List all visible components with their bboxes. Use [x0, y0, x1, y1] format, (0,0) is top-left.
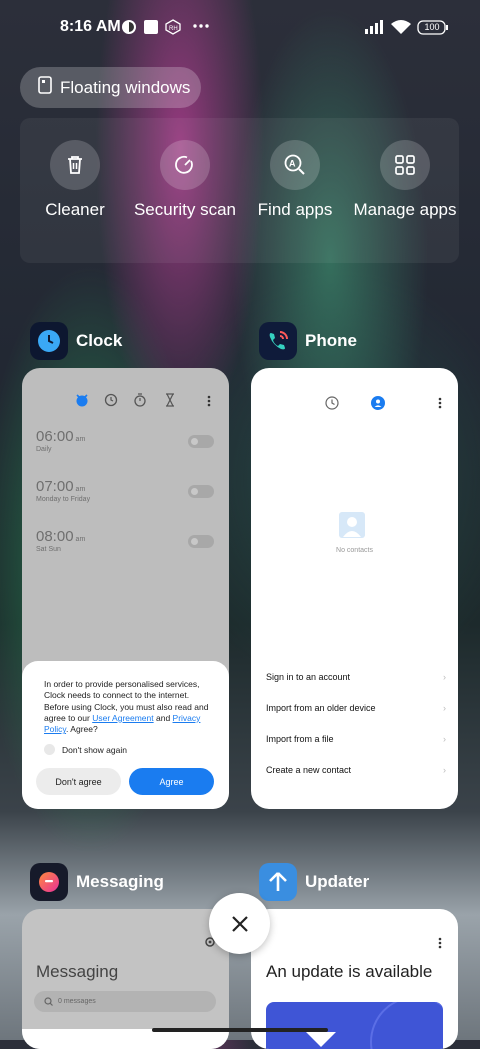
- option-label: Import from an older device: [266, 703, 376, 713]
- svg-text:A: A: [289, 159, 296, 169]
- agree-button[interactable]: Agree: [129, 768, 214, 795]
- privacy-dialog: In order to provide personalised service…: [22, 661, 229, 809]
- import-file-option[interactable]: Import from a file ›: [266, 734, 446, 744]
- import-older-device-option[interactable]: Import from an older device ›: [266, 703, 446, 713]
- notification-icon: [121, 19, 137, 40]
- empty-contacts-icon: [339, 512, 365, 538]
- cleaner-label: Cleaner: [45, 200, 105, 219]
- no-contacts-text: No contacts: [336, 547, 373, 554]
- quick-tools-panel: Cleaner Security scan A Find apps Manage…: [20, 118, 459, 263]
- messages-search-input[interactable]: 0 messages: [34, 991, 216, 1012]
- status-time: 8:16 AM: [60, 18, 121, 35]
- alarm-ampm: am: [75, 436, 86, 443]
- clock-tab-icon[interactable]: [103, 392, 119, 408]
- chevron-right-icon: ›: [443, 734, 446, 744]
- create-contact-option[interactable]: Create a new contact ›: [266, 765, 446, 775]
- alarm-item[interactable]: 08:00 am Sat Sun: [36, 528, 85, 553]
- option-label: Import from a file: [266, 734, 334, 744]
- alarm-item[interactable]: 07:00 am Monday to Friday: [36, 478, 90, 503]
- contacts-tab-icon[interactable]: [370, 395, 386, 411]
- signal-icon: [364, 19, 386, 40]
- clock-app-header[interactable]: Clock: [30, 322, 122, 360]
- more-options-icon[interactable]: [205, 394, 213, 408]
- chevron-right-icon: ›: [443, 703, 446, 713]
- floating-windows-label: Floating windows: [60, 77, 191, 97]
- battery-level: 100: [424, 22, 440, 32]
- dont-show-again-label: Don't show again: [62, 744, 127, 755]
- alarm-time: 07:00: [36, 478, 74, 495]
- manage-apps-button[interactable]: Manage apps: [350, 140, 460, 220]
- more-notifications-icon: [192, 17, 210, 40]
- svg-text:RH: RH: [169, 26, 178, 32]
- rh-badge-icon: RH: [165, 19, 181, 40]
- more-options-icon[interactable]: [436, 396, 444, 410]
- cleaner-button[interactable]: Cleaner: [20, 140, 130, 220]
- updater-app-name: Updater: [305, 872, 370, 891]
- messages-search-placeholder: 0 messages: [58, 998, 96, 1005]
- messaging-list-area: [22, 1029, 229, 1049]
- alarm-toggle[interactable]: [188, 435, 214, 448]
- chevron-right-icon: ›: [443, 765, 446, 775]
- user-agreement-link[interactable]: User Agreement: [92, 713, 153, 723]
- floating-window-icon: [38, 76, 52, 99]
- trash-icon: [50, 140, 100, 190]
- dont-agree-button[interactable]: Don't agree: [36, 768, 121, 795]
- alarm-tab-icon[interactable]: [74, 392, 90, 408]
- shield-scan-icon: [160, 140, 210, 190]
- recents-tab-icon[interactable]: [324, 395, 340, 411]
- alarm-days: Sat Sun: [36, 546, 61, 553]
- search-app-icon: A: [270, 140, 320, 190]
- floating-windows-button[interactable]: Floating windows: [20, 67, 201, 108]
- status-bar: 8:16 AM RH 100: [0, 0, 480, 56]
- find-apps-label: Find apps: [257, 200, 333, 219]
- clock-app-name: Clock: [76, 331, 123, 350]
- dont-show-again-checkbox[interactable]: Don't show again: [44, 744, 211, 756]
- alarm-days: Daily: [36, 446, 52, 453]
- checkbox-circle: [44, 744, 55, 756]
- privacy-dialog-text: In order to provide personalised service…: [44, 679, 209, 735]
- option-label: Create a new contact: [266, 765, 352, 775]
- security-scan-label: Security scan: [133, 200, 237, 219]
- alarm-days: Monday to Friday: [36, 496, 91, 503]
- search-icon: [44, 997, 53, 1006]
- sign-in-account-option[interactable]: Sign in to an account ›: [266, 672, 446, 682]
- messaging-app-name: Messaging: [76, 872, 164, 891]
- alarm-time: 06:00: [36, 428, 74, 445]
- messaging-title: Messaging: [36, 962, 119, 981]
- more-options-icon[interactable]: [436, 936, 444, 950]
- grid-icon: [380, 140, 430, 190]
- alarm-toggle[interactable]: [188, 535, 214, 548]
- updater-app-icon: [259, 863, 297, 901]
- phone-app-header[interactable]: Phone: [259, 322, 357, 360]
- timer-tab-icon[interactable]: [162, 392, 178, 408]
- option-label: Sign in to an account: [266, 672, 351, 682]
- update-banner-image: [266, 1002, 443, 1049]
- update-title: An update is available: [266, 962, 433, 981]
- home-indicator[interactable]: [152, 1028, 328, 1032]
- updater-app-header[interactable]: Updater: [259, 863, 369, 901]
- messaging-app-header[interactable]: Messaging: [30, 863, 164, 901]
- clock-app-icon: [30, 322, 68, 360]
- security-scan-button[interactable]: Security scan: [130, 140, 240, 220]
- close-all-button[interactable]: [209, 893, 270, 954]
- chevron-right-icon: ›: [443, 672, 446, 682]
- close-icon: [231, 915, 248, 932]
- dialog-buttons: Don't agree Agree: [36, 768, 216, 795]
- find-apps-button[interactable]: A Find apps: [240, 140, 350, 220]
- phone-app-name: Phone: [305, 331, 357, 350]
- messaging-app-icon: [30, 863, 68, 901]
- alarm-item[interactable]: 06:00 am Daily: [36, 428, 85, 453]
- phone-app-card[interactable]: No contacts Sign in to an account › Impor…: [251, 368, 458, 809]
- notification-square-icon: [143, 19, 159, 40]
- manage-apps-label: Manage apps: [353, 200, 457, 219]
- wifi-icon: [390, 19, 412, 40]
- alarm-ampm: am: [75, 536, 86, 543]
- phone-app-icon: [259, 322, 297, 360]
- stopwatch-tab-icon[interactable]: [132, 392, 148, 408]
- alarm-ampm: am: [75, 486, 86, 493]
- alarm-toggle[interactable]: [188, 485, 214, 498]
- alarm-time: 08:00: [36, 528, 74, 545]
